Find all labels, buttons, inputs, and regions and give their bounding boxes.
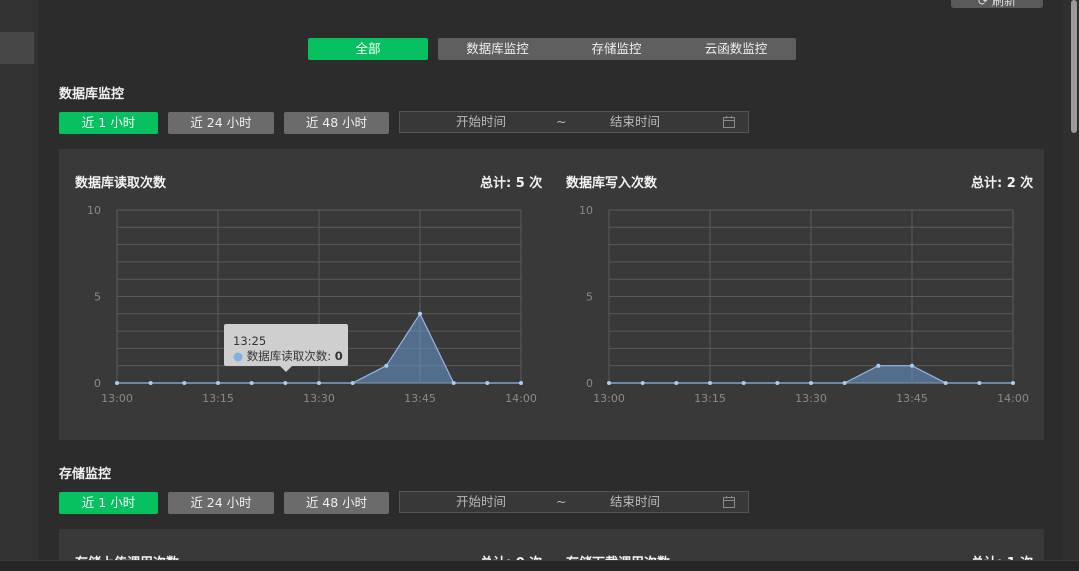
db-read-point bbox=[418, 311, 422, 316]
db-read-point bbox=[451, 381, 456, 385]
db-read-point bbox=[485, 381, 490, 385]
tooltip-arrow bbox=[280, 366, 292, 372]
db-read-point bbox=[249, 381, 254, 385]
tooltip-line: ● 数据库读取次数: 0 bbox=[233, 349, 343, 363]
calendar-icon[interactable] bbox=[722, 495, 736, 515]
db-read-ytick-label: 10 bbox=[87, 204, 101, 217]
tooltip-time: 13:25 bbox=[233, 334, 267, 348]
db-read-point bbox=[519, 381, 523, 385]
db-read-point bbox=[283, 381, 288, 385]
db-read-point bbox=[182, 381, 187, 385]
tooltip-dot-icon: ● bbox=[233, 349, 244, 363]
db-read-xtick-label: 14:00 bbox=[505, 392, 537, 405]
chart-tooltip: 13:25 ● 数据库读取次数: 0 bbox=[224, 324, 348, 372]
db-read-point bbox=[115, 381, 119, 385]
db-read-chart[interactable]: 0 5 10 13:00 13:15 13:30 13:45 14:00 bbox=[0, 0, 1079, 570]
storage-date-range-picker[interactable]: 开始时间 ~ 结束时间 bbox=[399, 491, 749, 513]
bottom-edge bbox=[0, 560, 1079, 571]
scrollbar[interactable] bbox=[1063, 0, 1079, 560]
scrollbar-thumb[interactable] bbox=[1071, 0, 1077, 133]
tooltip-series: 数据库读取次数 bbox=[246, 349, 328, 363]
db-read-point bbox=[350, 381, 355, 385]
db-read-ytick-label: 0 bbox=[94, 377, 101, 390]
db-read-xtick-label: 13:30 bbox=[303, 392, 335, 405]
db-read-xtick-label: 13:15 bbox=[202, 392, 234, 405]
db-read-point bbox=[216, 381, 220, 385]
tooltip-value: 0 bbox=[334, 349, 343, 363]
db-read-point bbox=[317, 381, 321, 385]
db-read-xtick-label: 13:45 bbox=[404, 392, 436, 405]
storage-range-separator: ~ bbox=[556, 494, 567, 509]
storage-range-1h[interactable]: 近 1 小时 bbox=[59, 492, 158, 514]
db-read-xtick-label: 13:00 bbox=[101, 392, 133, 405]
storage-range-48h[interactable]: 近 48 小时 bbox=[284, 492, 389, 514]
storage-start-time[interactable]: 开始时间 bbox=[456, 492, 506, 512]
storage-range-24h[interactable]: 近 24 小时 bbox=[168, 492, 274, 514]
db-read-point bbox=[384, 363, 389, 368]
db-read-ytick-label: 5 bbox=[94, 291, 101, 304]
db-read-point bbox=[148, 381, 153, 385]
storage-end-time[interactable]: 结束时间 bbox=[610, 492, 660, 512]
storage-section-title: 存储监控 bbox=[59, 467, 112, 482]
